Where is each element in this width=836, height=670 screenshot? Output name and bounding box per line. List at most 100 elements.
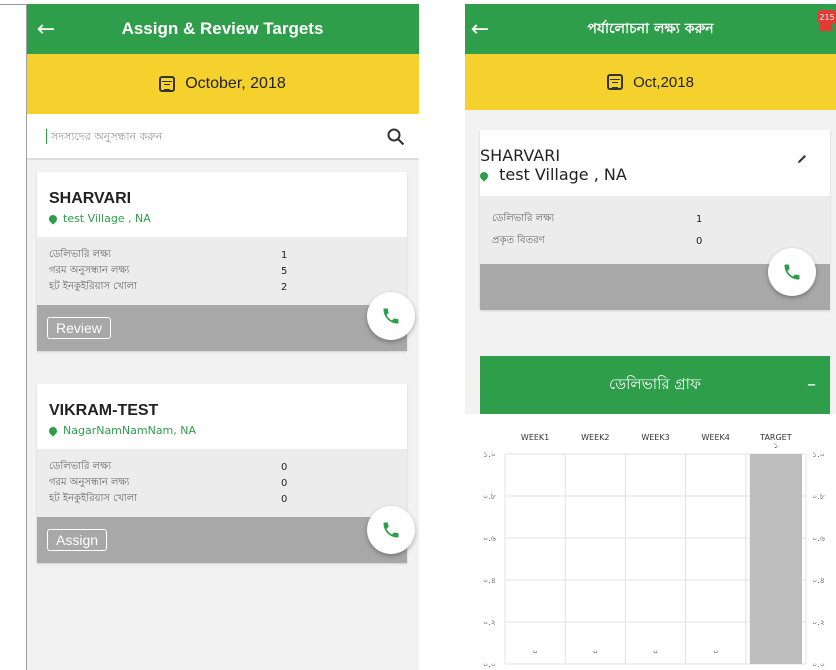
member-location: test Village , NA <box>37 208 407 225</box>
call-button[interactable] <box>768 248 816 296</box>
stat-label: গরম অনুসন্ধান লক্ষ্য <box>49 476 130 488</box>
member-name: SHARVARI <box>49 190 132 207</box>
stat-row: হট ইনকুইরিয়াস খোলা 0 <box>49 491 395 507</box>
collapse-icon[interactable]: – <box>807 374 816 395</box>
stat-label: প্রকৃত বিতরণ <box>492 234 545 246</box>
bar-value-label: ০ <box>532 647 537 656</box>
y-tick-label: ০.২ <box>812 618 825 627</box>
x-category-label: WEEK1 <box>521 433 549 442</box>
y-tick-label: ০.৪ <box>483 576 496 585</box>
delivery-chart: ০.০ ০.০ ০.২ ০.২ ০.৪ ০.৪ ০.৬ ০.৬ ০.৮ ০.৮ ১.০ ১.০ WEEK… <box>483 433 826 669</box>
calendar-icon <box>159 76 176 92</box>
phone-icon <box>383 308 399 324</box>
stat-value: 0 <box>281 477 288 489</box>
x-category-label: WEEK3 <box>641 433 669 442</box>
notification-count: 215 <box>819 13 834 22</box>
delivery-graph: ০.০ ০.০ ০.২ ০.২ ০.৪ ০.৪ ০.৬ ০.৬ ০.৮ ০.৮ ১.০ ১.০ WEEK… <box>465 414 836 670</box>
member-card: SHARVARI test Village , NA ডেলিভারি লক্ষ… <box>478 130 830 310</box>
stats-panel: ডেলিভারি লক্ষ্য 1 গরম অনুসন্ধান লক্ষ্য 5 হ… <box>37 237 407 305</box>
stat-label: ডেলিভারি লক্ষ্য <box>49 460 112 472</box>
stat-value: 0 <box>281 493 288 505</box>
member-location: test Village , NA <box>478 165 830 184</box>
stat-label: ডেলিভারি লক্ষ্য <box>49 248 112 260</box>
location-pin-icon <box>478 170 490 182</box>
y-tick-label: ০.৬ <box>483 534 496 543</box>
stat-value: 1 <box>281 249 288 261</box>
back-arrow-icon[interactable]: ← <box>26 17 66 42</box>
month-label: October, 2018 <box>185 75 286 92</box>
bar-value-label: ০ <box>653 647 658 656</box>
y-tick-label: ০.৮ <box>483 492 497 501</box>
location-text: test Village , NA <box>499 165 627 184</box>
stat-label: হট ইনকুইরিয়াস খোলা <box>49 280 138 292</box>
stat-label: ডেলিভারি লক্ষ্য <box>492 212 555 224</box>
stat-value: 0 <box>696 235 703 247</box>
back-arrow-icon[interactable]: ← <box>465 17 495 42</box>
y-tick-label: ১.০ <box>483 450 496 459</box>
x-category-label: WEEK2 <box>581 433 609 442</box>
location-pin-icon <box>47 212 59 225</box>
stat-row: হট ইনকুইরিয়াস খোলা 2 <box>49 279 395 295</box>
page-title: পর্যালোচনা লক্ষ্য করুন <box>587 21 714 37</box>
stat-value: 0 <box>281 461 288 473</box>
stat-value: 2 <box>281 281 288 293</box>
review-button[interactable]: Review <box>47 317 111 339</box>
call-button[interactable] <box>367 292 415 340</box>
y-tick-label: ০.৬ <box>812 534 825 543</box>
stat-row: প্রকৃত বিতরণ 0 <box>492 230 818 252</box>
graph-title: ডেলিভারি গ্রাফ <box>609 374 701 393</box>
app-bar: ← পর্যালোচনা লক্ষ্য করুন <box>465 4 836 54</box>
stat-row: গরম অনুসন্ধান লক্ষ্য 5 <box>49 263 395 279</box>
action-bar: Assign <box>37 517 407 563</box>
stat-row: ডেলিভারি লক্ষ্য 1 <box>49 247 395 263</box>
app-bar: ← Assign & Review Targets <box>26 4 419 54</box>
stat-row: ডেলিভারি লক্ষ্য 1 <box>492 208 818 230</box>
member-location: NagarNamNamNam, NA <box>37 420 407 437</box>
edit-pencil-icon[interactable] <box>796 150 808 169</box>
y-tick-label: ০.২ <box>483 618 496 627</box>
action-bar: Review <box>37 305 407 351</box>
stat-label: হট ইনকুইরিয়াস খোলা <box>49 492 138 504</box>
month-selector[interactable]: October, 2018 <box>26 54 419 114</box>
bar-value-label: ০ <box>713 647 718 656</box>
stat-value: 5 <box>281 265 288 277</box>
bar <box>749 454 802 664</box>
stat-value: 1 <box>696 213 703 225</box>
member-card: VIKRAM-TEST NagarNamNamNam, NA ডেলিভারি … <box>37 384 415 563</box>
y-tick-label: ০.০ <box>812 660 825 669</box>
search-icon[interactable] <box>387 128 405 146</box>
review-target-screen: ← পর্যালোচনা লক্ষ্য করুন 215 Oct,2018 SH… <box>465 4 836 670</box>
calendar-icon <box>607 74 624 90</box>
delivery-graph-header[interactable]: ডেলিভারি গ্রাফ – <box>480 356 830 414</box>
month-label: Oct,2018 <box>633 73 694 91</box>
stat-row: ডেলিভারি লক্ষ্য 0 <box>49 459 395 475</box>
bar-value-label: ০ <box>593 647 598 656</box>
member-name: VIKRAM-TEST <box>49 402 159 419</box>
assign-button[interactable]: Assign <box>47 529 108 551</box>
phone-icon <box>383 522 399 538</box>
stat-row: গরম অনুসন্ধান লক্ষ্য 0 <box>49 475 395 491</box>
month-selector[interactable]: Oct,2018 <box>465 54 836 110</box>
y-tick-label: ০.০ <box>483 660 496 669</box>
frame-line <box>26 4 27 670</box>
y-tick-label: ০.৪ <box>812 576 825 585</box>
phone-icon <box>784 264 800 280</box>
notification-bell-icon[interactable]: 215 <box>816 10 836 38</box>
y-tick-label: ১.০ <box>812 450 825 459</box>
member-name: SHARVARI <box>480 146 561 165</box>
page-title: Assign & Review Targets <box>121 19 324 38</box>
call-button[interactable] <box>367 506 415 554</box>
frame-line <box>0 4 26 5</box>
bar-value-label: ১ <box>773 441 778 450</box>
y-tick-label: ০.৮ <box>812 492 826 501</box>
location-text: NagarNamNamNam, NA <box>63 424 197 437</box>
stat-label: গরম অনুসন্ধান লক্ষ্য <box>49 264 130 276</box>
location-text: test Village , NA <box>63 212 151 225</box>
location-pin-icon <box>47 424 59 437</box>
x-category-label: WEEK4 <box>702 433 730 442</box>
stats-panel: ডেলিভারি লক্ষ্য 0 গরম অনুসন্ধান লক্ষ্য 0 হ… <box>37 449 407 517</box>
search-input[interactable] <box>46 128 387 144</box>
member-card: SHARVARI test Village , NA ডেলিভারি লক্ষ… <box>37 172 415 351</box>
search-bar <box>26 114 419 160</box>
assign-review-screen: ← Assign & Review Targets October, 2018 … <box>26 4 419 670</box>
